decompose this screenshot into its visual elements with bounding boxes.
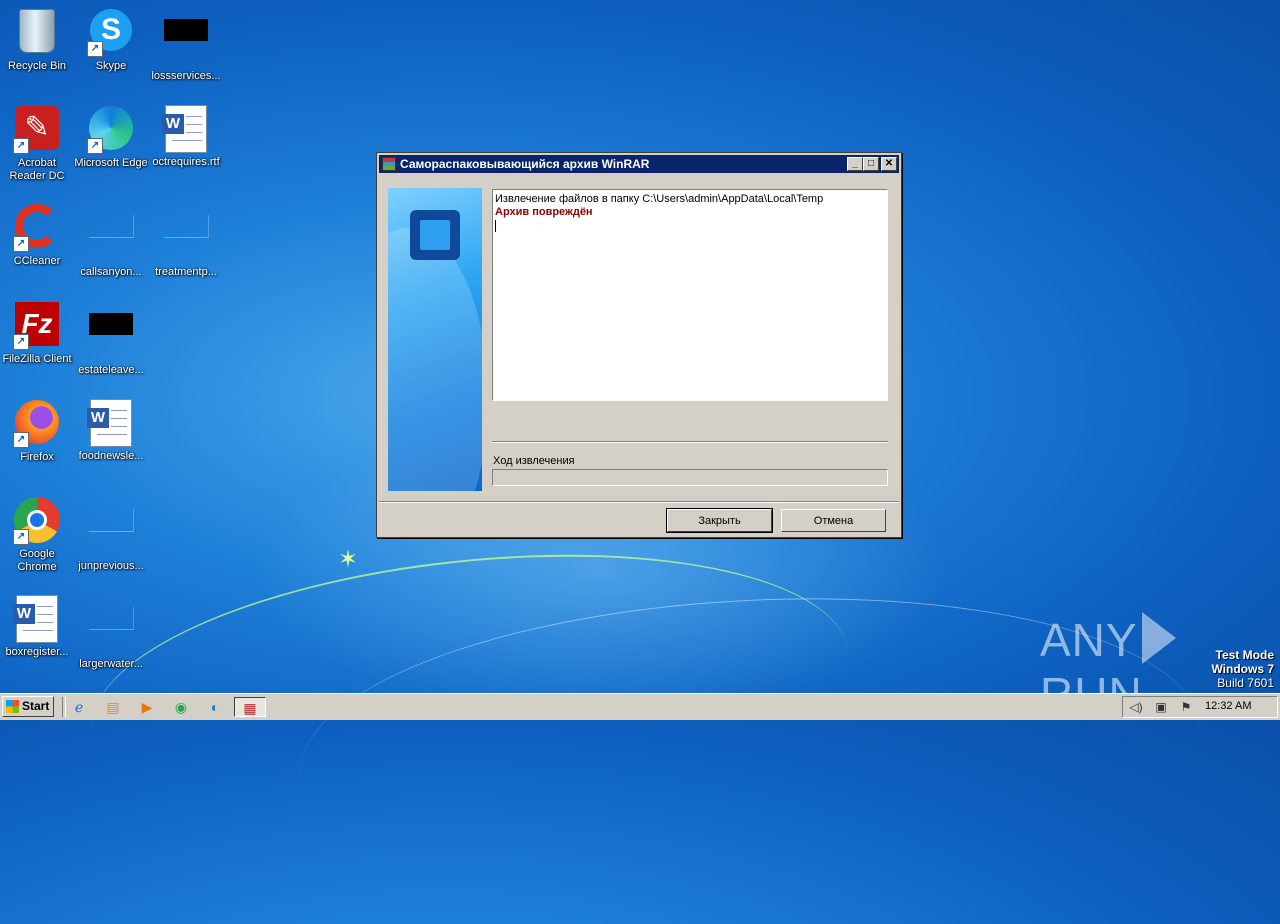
close-window-button[interactable]: ✕ <box>881 157 897 171</box>
desktop-icon-estateleave[interactable]: estateleave... <box>74 300 148 377</box>
desktop-icon-skype[interactable]: S ↗ Skype <box>74 6 148 73</box>
desktop-icon-chrome[interactable]: ↗ Google Chrome <box>0 496 74 574</box>
maximize-button[interactable]: □ <box>863 157 879 171</box>
shortcut-arrow-icon: ↗ <box>13 432 29 448</box>
cancel-button[interactable]: Отмена <box>781 509 886 532</box>
file-thumbnail <box>89 313 133 335</box>
desktop-icon-firefox[interactable]: ↗ Firefox <box>0 398 74 464</box>
progress-label: Ход извлечения <box>493 455 575 467</box>
taskbar: Start ℯ ▤ ▶ ◉ ◐ ▦ ◁) ▣ ⚑ 12:32 AM <box>0 693 1280 720</box>
dialog-title: Самораспаковывающийся архив WinRAR <box>400 157 650 171</box>
desktop-icon-label: estateleave... <box>78 364 144 376</box>
extraction-log[interactable]: Извлечение файлов в папку C:\Users\admin… <box>492 189 888 401</box>
desktop-icon-octrequires[interactable]: W octrequires.rtf <box>149 104 223 169</box>
desktop-icon-label: callsanyon... <box>80 266 142 278</box>
taskbar-divider <box>62 697 66 717</box>
file-thumbnail <box>88 215 134 238</box>
dialog-titlebar[interactable]: Самораспаковывающийся архив WinRAR _ □ ✕ <box>379 155 899 173</box>
os-info: Test Mode Windows 7 Build 7601 <box>1211 648 1274 690</box>
windows-logo-icon <box>6 700 19 713</box>
shortcut-arrow-icon: ↗ <box>13 138 29 154</box>
desktop-icon-label: foodnewsle... <box>78 450 144 462</box>
desktop-icon-lossservices[interactable]: lossservices... <box>149 6 223 83</box>
desktop-icon-boxregister[interactable]: W boxregister... <box>0 594 74 659</box>
minimize-button[interactable]: _ <box>847 157 863 171</box>
desktop-icon-filezilla[interactable]: Fz ↗ FileZilla Client <box>0 300 74 366</box>
desktop-icon-label: boxregister... <box>5 646 69 658</box>
volume-icon[interactable]: ◁) <box>1128 700 1144 714</box>
file-thumbnail <box>164 19 208 41</box>
clock[interactable]: 12:32 AM <box>1205 700 1251 712</box>
extraction-progress-bar <box>492 469 888 486</box>
desktop-icon-junprevious[interactable]: junprevious... <box>74 496 148 573</box>
desktop-icon-label: treatmentp... <box>155 266 217 278</box>
desktop-icon-label: Google Chrome <box>17 548 57 573</box>
play-icon <box>1141 612 1176 664</box>
winrar-logo-icon <box>410 210 460 260</box>
desktop-icon-label: CCleaner <box>13 255 61 267</box>
desktop-icon-largerwater[interactable]: largerwater... <box>74 594 148 671</box>
shortcut-arrow-icon: ↗ <box>13 529 29 545</box>
desktop-icon-label: Microsoft Edge <box>74 157 148 169</box>
taskbar-media-player-icon[interactable]: ▶ <box>136 697 158 717</box>
taskbar-winrar-icon[interactable]: ▦ <box>234 697 266 717</box>
file-thumbnail <box>88 509 134 532</box>
word-document-icon: W <box>87 399 132 447</box>
shortcut-arrow-icon: ↗ <box>13 236 29 252</box>
file-thumbnail <box>163 215 209 238</box>
desktop-icon-label: lossservices... <box>151 70 221 82</box>
word-document-icon: W <box>13 595 58 643</box>
os-info-line: Test Mode <box>1215 648 1274 662</box>
divider <box>492 441 888 443</box>
log-line: Извлечение файлов в папку C:\Users\admin… <box>495 193 824 205</box>
maximize-icon: □ <box>867 158 875 169</box>
file-thumbnail <box>88 607 134 630</box>
winrar-sfx-dialog: Самораспаковывающийся архив WinRAR _ □ ✕… <box>376 152 902 538</box>
desktop-icon-treatmentp[interactable]: treatmentp... <box>149 202 223 279</box>
watermark-text: ANY <box>1040 614 1138 666</box>
close-icon: ✕ <box>884 158 894 169</box>
desktop-icon-label: largerwater... <box>79 658 143 670</box>
start-label: Start <box>22 699 50 713</box>
desktop-icon-label: Firefox <box>20 451 54 463</box>
desktop-icon-label: Acrobat Reader DC <box>9 157 65 182</box>
system-tray: ◁) ▣ ⚑ 12:32 AM <box>1122 696 1278 718</box>
taskbar-edge-icon[interactable]: ◐ <box>204 697 226 717</box>
desktop-icon-label: Recycle Bin <box>7 60 67 72</box>
sfx-side-banner <box>388 188 482 491</box>
shortcut-arrow-icon: ↗ <box>13 334 29 350</box>
desktop-icon-foodnewsle[interactable]: W foodnewsle... <box>74 398 148 463</box>
taskbar-ie-icon[interactable]: ℯ <box>68 697 90 717</box>
network-icon[interactable]: ▣ <box>1153 700 1169 714</box>
action-center-flag-icon[interactable]: ⚑ <box>1178 700 1194 714</box>
close-button[interactable]: Закрыть <box>666 508 773 533</box>
desktop-icon-label: FileZilla Client <box>2 353 72 365</box>
desktop-icon-label: octrequires.rtf <box>152 156 220 168</box>
wallpaper-flare-icon: ✶ <box>338 546 359 573</box>
desktop-icon-callsanyon[interactable]: callsanyon... <box>74 202 148 279</box>
desktop-icon-label: junprevious... <box>78 560 144 572</box>
banner-curve <box>388 228 482 491</box>
log-error-line: Архив повреждён <box>495 206 593 218</box>
os-info-line: Build 7601 <box>1217 676 1274 690</box>
taskbar-explorer-icon[interactable]: ▤ <box>102 697 124 717</box>
winrar-icon <box>382 157 396 171</box>
desktop-icon-acrobat[interactable]: ✎ ↗ Acrobat Reader DC <box>0 104 74 183</box>
shortcut-arrow-icon: ↗ <box>87 138 103 154</box>
start-button[interactable]: Start <box>2 696 54 717</box>
desktop-icon-label: Skype <box>95 60 127 72</box>
recycle-bin-icon <box>19 9 55 53</box>
taskbar-chrome-icon[interactable]: ◉ <box>170 697 192 717</box>
desktop-icon-edge[interactable]: ↗ Microsoft Edge <box>74 104 148 170</box>
text-caret <box>495 220 496 232</box>
shortcut-arrow-icon: ↗ <box>87 41 103 57</box>
os-info-line: Windows 7 <box>1211 662 1274 676</box>
divider <box>379 501 899 503</box>
minimize-icon: _ <box>852 158 858 169</box>
word-document-icon: W <box>162 105 207 153</box>
desktop-icon-recycle-bin[interactable]: Recycle Bin <box>0 6 74 73</box>
desktop-icon-ccleaner[interactable]: ↗ CCleaner <box>0 202 74 268</box>
